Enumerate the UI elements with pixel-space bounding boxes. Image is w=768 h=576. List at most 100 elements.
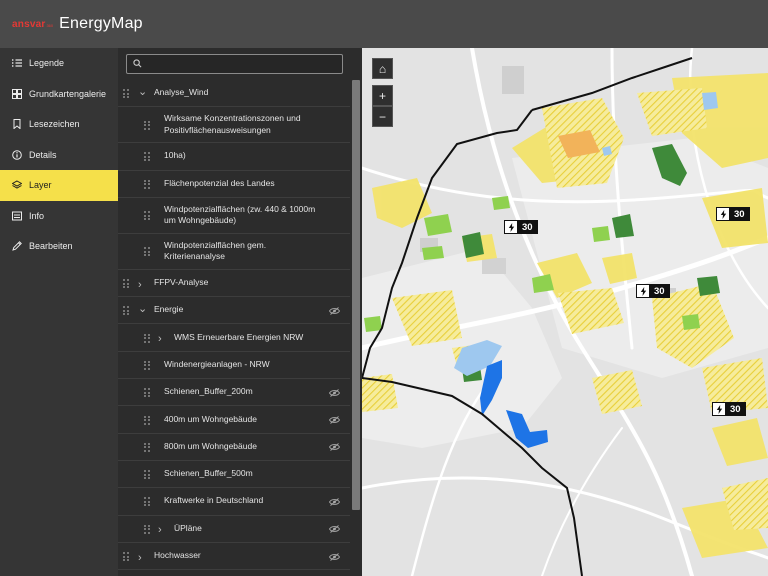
layer-label: Windpotenzialflächen gem. Kriterienanaly…	[164, 239, 267, 262]
layer-row[interactable]: 10ha)	[118, 143, 350, 171]
drag-handle-icon[interactable]	[144, 524, 150, 534]
layer-row[interactable]: 800m um Wohngebäude	[118, 434, 350, 461]
ansvar-logo: ansvar 360	[12, 19, 53, 30]
visibility-off-icon[interactable]	[328, 443, 341, 452]
layer-row[interactable]: Wirksame Konzentrationszonen und Positiv…	[118, 107, 350, 144]
zoom-out-button[interactable]: −	[372, 106, 393, 127]
speed-sign[interactable]: 30	[716, 207, 750, 221]
visibility-off-icon[interactable]	[328, 552, 341, 561]
layer-row[interactable]: Flächenpotenzial des Landes	[118, 171, 350, 198]
layer-row[interactable]: 400m um Wohngebäude	[118, 406, 350, 434]
layer-row[interactable]: › FFPV-Analyse	[118, 270, 350, 298]
search-icon	[133, 55, 142, 73]
layer-label: Kraftwerke in Deutschland	[164, 495, 264, 506]
speed-value: 30	[730, 208, 749, 220]
search-input[interactable]	[146, 59, 336, 69]
sidebar-item-bearbeiten[interactable]: Bearbeiten	[0, 231, 118, 262]
lightning-icon	[637, 285, 650, 297]
drag-handle-icon[interactable]	[144, 211, 150, 221]
drag-handle-icon[interactable]	[123, 89, 129, 99]
sidebar-item-layer[interactable]: Layer	[0, 170, 118, 201]
layer-row[interactable]: ⌄ Analyse_Wind	[118, 80, 350, 108]
layer-row[interactable]: Windpotenzialflächen gem. Kriterienanaly…	[118, 234, 350, 270]
layer-row[interactable]: Kraftwerke in Deutschland	[118, 488, 350, 516]
layer-row[interactable]: Schienen_Buffer_200m	[118, 379, 350, 407]
visibility-off-icon[interactable]	[328, 498, 341, 506]
drag-handle-icon[interactable]	[144, 442, 150, 452]
scrollbar-thumb[interactable]	[352, 80, 360, 510]
drag-handle-icon[interactable]	[144, 152, 150, 162]
basemap-gallery-icon	[10, 87, 24, 101]
layer-label: Wirksame Konzentrationszonen und Positiv…	[164, 112, 301, 135]
drag-handle-icon[interactable]	[144, 497, 150, 507]
map-canvas[interactable]	[362, 48, 768, 576]
chevron-right-icon[interactable]: ›	[138, 551, 142, 566]
sidebar-item-details[interactable]: Details	[0, 140, 118, 171]
sidebar-item-label: Bearbeiten	[29, 241, 73, 252]
layer-scrollbar[interactable]	[351, 78, 361, 574]
sidebar: Legende Grundkartengalerie Lesezeichen Deta…	[0, 48, 118, 576]
logo-sub: 360	[46, 22, 54, 28]
drag-handle-icon[interactable]	[144, 388, 150, 398]
info-circle-icon	[10, 148, 24, 162]
layer-row[interactable]: Schienen_Buffer_500m	[118, 461, 350, 489]
layer-row[interactable]: › WMS Erneuerbare Energien NRW	[118, 324, 350, 352]
layer-label: 800m um Wohngebäude	[164, 440, 257, 451]
visibility-off-icon[interactable]	[328, 525, 341, 534]
layer-label: Energie	[154, 304, 184, 315]
speed-sign[interactable]: 30	[504, 220, 538, 234]
layer-label: WMS Erneuerbare Energien NRW	[174, 331, 304, 342]
sidebar-item-lesezeichen[interactable]: Lesezeichen	[0, 109, 118, 140]
drag-handle-icon[interactable]	[144, 120, 150, 130]
layer-row[interactable]: › ÜPläne	[118, 516, 350, 543]
app-title: EnergyMap	[59, 15, 143, 32]
layer-panel: ⌄ Analyse_Wind Wirksame Konzentrationszone…	[118, 48, 362, 576]
drag-handle-icon[interactable]	[123, 306, 129, 316]
lightning-icon	[717, 208, 730, 220]
visibility-off-icon[interactable]	[328, 416, 341, 424]
map-view[interactable]: ⌂ + − 30 30 30 30	[362, 48, 768, 576]
sidebar-item-label: Details	[29, 149, 57, 160]
app-header: ansvar 360 EnergyMap	[0, 0, 768, 48]
speed-value: 30	[650, 285, 669, 297]
speed-sign[interactable]: 30	[712, 402, 746, 416]
sidebar-item-label: Info	[29, 210, 45, 221]
drag-handle-icon[interactable]	[144, 415, 150, 425]
chevron-down-icon[interactable]: ⌄	[138, 302, 147, 317]
layer-row[interactable]: Windpotenzialflächen (zw. 440 & 1000m um…	[118, 198, 350, 234]
layer-label: 400m um Wohngebäude	[164, 413, 257, 424]
layers-icon	[10, 178, 24, 192]
layer-label: FFPV-Analyse	[154, 277, 209, 288]
layer-row[interactable]: Windenergieanlagen - NRW	[118, 352, 350, 380]
chevron-right-icon[interactable]: ›	[158, 332, 162, 347]
layer-label: 10ha)	[164, 150, 186, 161]
layer-label: Flächenpotenzial des Landes	[164, 177, 275, 188]
drag-handle-icon[interactable]	[123, 279, 129, 289]
drag-handle-icon[interactable]	[123, 552, 129, 561]
logo-text: ansvar	[12, 18, 46, 30]
visibility-off-icon[interactable]	[328, 388, 341, 397]
sidebar-item-info[interactable]: Info	[0, 201, 118, 232]
chevron-right-icon[interactable]: ›	[158, 523, 162, 538]
search-field[interactable]	[126, 54, 343, 74]
drag-handle-icon[interactable]	[144, 470, 150, 480]
speed-value: 30	[726, 403, 745, 415]
home-button[interactable]: ⌂	[372, 58, 393, 79]
layer-label: Windenergieanlagen - NRW	[164, 358, 270, 369]
sidebar-item-grundkartengalerie[interactable]: Grundkartengalerie	[0, 79, 118, 110]
layer-list: ⌄ Analyse_Wind Wirksame Konzentrationszone…	[118, 80, 350, 571]
drag-handle-icon[interactable]	[144, 360, 150, 370]
lightning-icon	[713, 403, 726, 415]
chevron-right-icon[interactable]: ›	[138, 278, 142, 293]
layer-row[interactable]: ⌄ Energie	[118, 297, 350, 325]
drag-handle-icon[interactable]	[144, 247, 150, 257]
layer-label: Hochwasser	[154, 550, 201, 561]
drag-handle-icon[interactable]	[144, 179, 150, 189]
drag-handle-icon[interactable]	[144, 333, 150, 343]
layer-row[interactable]: › Hochwasser	[118, 543, 350, 571]
visibility-off-icon[interactable]	[328, 306, 341, 315]
sidebar-item-legende[interactable]: Legende	[0, 48, 118, 79]
speed-sign[interactable]: 30	[636, 284, 670, 298]
chevron-down-icon[interactable]: ⌄	[138, 85, 147, 100]
zoom-in-button[interactable]: +	[372, 85, 393, 106]
